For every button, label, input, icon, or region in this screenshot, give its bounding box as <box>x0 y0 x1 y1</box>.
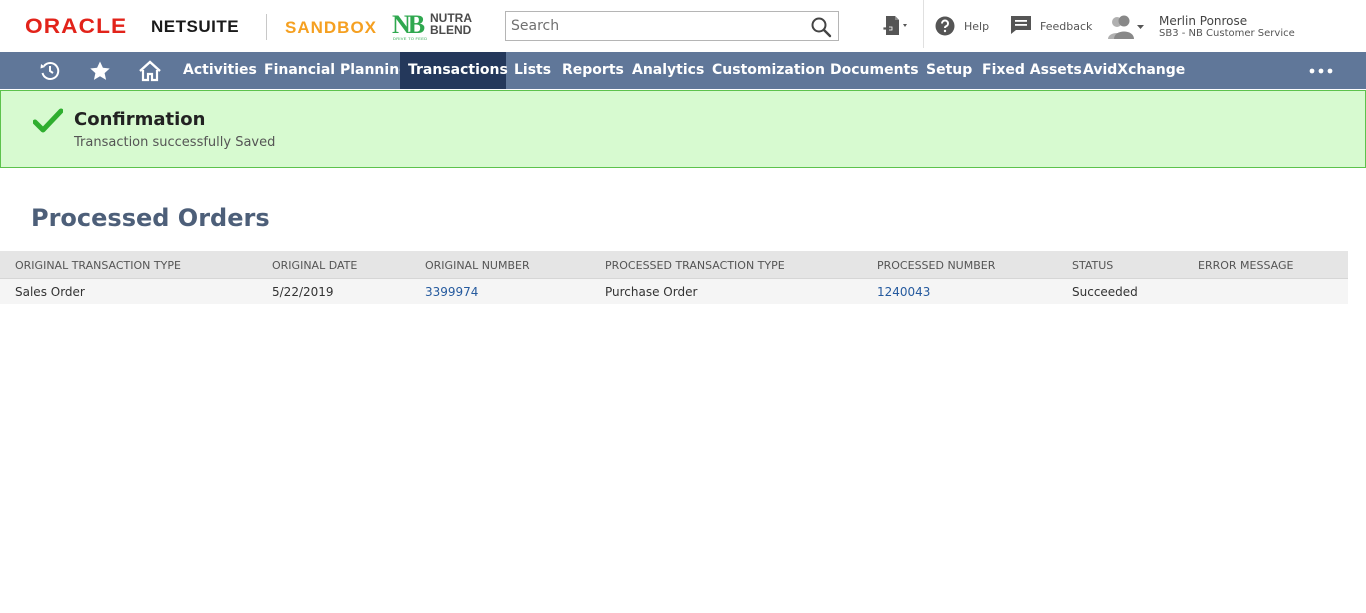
search-input[interactable] <box>506 12 806 40</box>
column-header-original-number[interactable]: ORIGINAL NUMBER <box>425 259 530 272</box>
nav-reports[interactable]: Reports <box>554 52 632 89</box>
nav-lists[interactable]: Lists <box>506 52 559 89</box>
nav-analytics[interactable]: Analytics <box>624 52 712 89</box>
table-row: Sales Order 5/22/2019 3399974 Purchase O… <box>0 279 1348 304</box>
user-name: Merlin Ponrose <box>1159 14 1248 28</box>
column-header-processed-transaction-type[interactable]: PROCESSED TRANSACTION TYPE <box>605 259 785 272</box>
global-search <box>505 11 839 41</box>
cell-original-date: 5/22/2019 <box>272 285 334 299</box>
nav-documents[interactable]: Documents <box>822 52 927 89</box>
cell-status: Succeeded <box>1072 285 1138 299</box>
company-logo[interactable]: NB NUTRA BLEND DRIVE TO FEED <box>392 10 474 42</box>
netsuite-logo-text: NETSUITE <box>151 17 240 36</box>
environment-label: SANDBOX <box>285 18 378 37</box>
processed-orders-table: ORIGINAL TRANSACTION TYPE ORIGINAL DATE … <box>0 251 1348 304</box>
feedback-label: Feedback <box>1040 20 1093 33</box>
nav-avidxchange[interactable]: AvidXchange <box>1075 52 1193 89</box>
cell-original-type: Sales Order <box>15 285 85 299</box>
user-menu[interactable]: Merlin Ponrose SB3 - NB Customer Service <box>1106 13 1351 43</box>
column-header-original-transaction-type[interactable]: ORIGINAL TRANSACTION TYPE <box>15 259 181 272</box>
nav-activities[interactable]: Activities <box>175 52 265 89</box>
add-document-icon[interactable] <box>882 14 912 38</box>
checkmark-icon <box>32 108 64 134</box>
confirmation-title: Confirmation <box>74 109 206 130</box>
column-header-status[interactable]: STATUS <box>1072 259 1113 272</box>
company-logo-line2: BLEND <box>430 23 472 37</box>
recent-icon[interactable] <box>33 52 67 89</box>
search-icon[interactable] <box>810 16 832 38</box>
help-icon <box>935 16 955 36</box>
company-logo-name: NUTRA BLEND <box>430 12 472 36</box>
feedback-icon <box>1011 16 1031 34</box>
help-label: Help <box>964 20 990 33</box>
star-icon[interactable] <box>83 52 117 89</box>
cell-processed-type: Purchase Order <box>605 285 698 299</box>
page-title: Processed Orders <box>31 204 270 232</box>
header-divider <box>923 0 924 48</box>
user-avatar-icon <box>1108 15 1144 39</box>
home-icon[interactable] <box>133 52 167 89</box>
user-role: SB3 - NB Customer Service <box>1159 28 1295 39</box>
confirmation-banner: Confirmation Transaction successfully Sa… <box>0 90 1366 168</box>
nav-customization[interactable]: Customization <box>704 52 833 89</box>
original-number-link[interactable]: 3399974 <box>425 285 478 299</box>
table-header-row: ORIGINAL TRANSACTION TYPE ORIGINAL DATE … <box>0 251 1348 279</box>
confirmation-message: Transaction successfully Saved <box>74 135 276 150</box>
processed-number-link[interactable]: 1240043 <box>877 285 930 299</box>
main-navbar: Activities Financial Planning Transactio… <box>0 52 1366 89</box>
netsuite-logo[interactable]: NETSUITE <box>151 17 239 37</box>
more-horizontal-icon[interactable] <box>1304 52 1338 89</box>
column-header-error-message[interactable]: ERROR MESSAGE <box>1198 259 1293 272</box>
logo-divider <box>266 14 267 40</box>
nav-transactions[interactable]: Transactions <box>400 52 508 89</box>
global-header: ORACLE NETSUITE SANDBOX NB NUTRA BLEND D… <box>0 0 1366 52</box>
column-header-original-date[interactable]: ORIGINAL DATE <box>272 259 357 272</box>
nav-setup[interactable]: Setup <box>918 52 980 89</box>
company-logo-tagline: DRIVE TO FEED <box>393 36 428 41</box>
nav-financial-planning[interactable]: Financial Planning <box>256 52 417 89</box>
nav-fixed-assets[interactable]: Fixed Assets <box>974 52 1090 89</box>
column-header-processed-number[interactable]: PROCESSED NUMBER <box>877 259 995 272</box>
oracle-logo[interactable]: ORACLE <box>25 15 127 39</box>
